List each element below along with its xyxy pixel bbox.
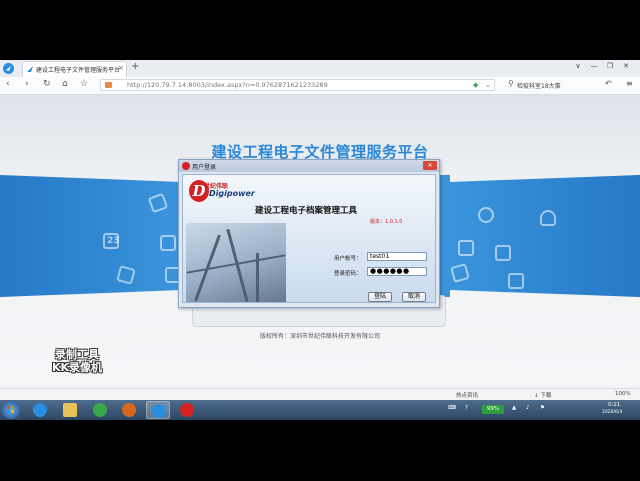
clock-time[interactable]: 0:21 (608, 402, 620, 408)
tool-title: 建设工程电子档案管理工具 (255, 206, 358, 216)
login-dialog: 用户登录 ✕ D 世纪伟联 Digipower 建设工程电子档案管理工具 版本：… (178, 159, 440, 308)
system-tray: ⌨ ? 99% ▲ ♪ ⚑ 0:21 2020/6/4 (440, 400, 640, 420)
brand-en: Digipower (209, 189, 255, 198)
menu-icon[interactable]: ≡ (626, 79, 633, 88)
version-text: 版本：1.0.1.0 (370, 219, 403, 225)
windows-taskbar: ⌨ ? 99% ▲ ♪ ⚑ 0:21 2020/6/4 (0, 400, 640, 420)
dropdown-chevron-icon[interactable]: ⌄ (485, 81, 491, 89)
tab-close-icon[interactable]: × (118, 64, 124, 72)
briefcase-icon (495, 245, 511, 261)
url-text: http://120.79.7.14:8003/index.aspx?n=0.9… (127, 81, 328, 89)
cloud-icon (540, 210, 556, 226)
watermark-line2: KK录像机 (52, 361, 103, 374)
copyright-text: 版权所有：深圳市世纪伟联科技开发有限公司 (259, 333, 380, 340)
forward-icon[interactable]: › (25, 79, 29, 89)
calendar-day: 23 (107, 236, 120, 246)
browser-logo-icon[interactable] (3, 63, 14, 74)
favorite-star-icon[interactable]: ☆ (80, 79, 88, 89)
app-green-icon (93, 403, 107, 417)
username-label: 用户帐号： (334, 256, 362, 262)
windows-flag-icon (7, 406, 15, 414)
security-shield-icon[interactable]: ◆ (473, 81, 478, 89)
dialog-title: 用户登录 (192, 164, 217, 171)
taskbar-digipower[interactable] (175, 401, 199, 419)
zoom-level[interactable]: 100% (615, 391, 631, 397)
page-favicon-icon (27, 66, 33, 72)
dialog-body: D 世纪伟联 Digipower 建设工程电子档案管理工具 版本：1.0.1.0… (182, 174, 436, 303)
folder-icon (63, 403, 77, 417)
cart-icon (508, 273, 524, 289)
start-button[interactable] (2, 401, 20, 419)
screen: 建设工程电子文件管理服务平台 × + ∨ — ❐ ✕ ‹ › ↻ ⌂ ☆ http:/… (0, 60, 640, 420)
site-info-icon[interactable] (105, 82, 112, 88)
login-button[interactable]: 登陆 (368, 292, 392, 302)
banner-band-right (440, 175, 640, 297)
browser-tab-bar: 建设工程电子文件管理服务平台 × + ∨ — ❐ ✕ (0, 60, 640, 77)
recorder-watermark: 录制工具 KK录像机 (52, 348, 102, 374)
tab-title: 建设工程电子文件管理服务平台 (36, 67, 121, 74)
network-icon[interactable]: ▲ (512, 405, 516, 411)
keyboard-icon[interactable]: ⌨ (448, 405, 456, 411)
help-icon[interactable]: ? (465, 405, 468, 411)
undo-close-icon[interactable]: ↶ (605, 79, 612, 88)
taskbar-ie[interactable] (28, 401, 52, 419)
watermark-line1: 录制工具 (55, 348, 100, 361)
battery-indicator[interactable]: 99% (482, 405, 504, 414)
dialog-close-button[interactable]: ✕ (423, 161, 437, 170)
search-box[interactable]: ⚲ 检疫科室18大事 (505, 79, 595, 91)
close-window-button[interactable]: ✕ (618, 62, 634, 70)
minimize-button[interactable]: — (586, 62, 602, 70)
settings-gear-icon (478, 207, 494, 223)
ie-icon (33, 403, 47, 417)
dialog-titlebar[interactable]: 用户登录 ✕ (179, 160, 439, 172)
password-input[interactable]: ●●●●●● (367, 267, 427, 276)
window-menu-button[interactable]: ∨ (570, 62, 586, 70)
monitor-icon (160, 235, 176, 251)
taskbar-browser[interactable] (146, 401, 170, 419)
refresh-icon[interactable]: ↻ (43, 79, 51, 89)
taskbar-app-green[interactable] (88, 401, 112, 419)
chart-icon (458, 240, 474, 256)
back-icon[interactable]: ‹ (6, 79, 10, 89)
download-link[interactable]: ↓ 下载 (534, 391, 551, 399)
username-input[interactable]: test01 (367, 252, 427, 261)
clock-date[interactable]: 2020/6/4 (602, 410, 622, 415)
taskbar-recorder[interactable] (117, 401, 141, 419)
search-text: 检疫科室18大事 (517, 83, 561, 90)
news-link[interactable]: 热点资讯 (456, 391, 478, 399)
new-tab-button[interactable]: + (131, 61, 139, 72)
home-icon[interactable]: ⌂ (62, 79, 68, 89)
volume-icon[interactable]: ♪ (526, 405, 530, 411)
browser-icon (152, 404, 166, 418)
tab-active[interactable]: 建设工程电子文件管理服务平台 × (22, 61, 127, 77)
window-controls: ∨ — ❐ ✕ (570, 62, 634, 70)
maximize-button[interactable]: ❐ (602, 62, 618, 70)
search-icon: ⚲ (508, 79, 514, 88)
construction-photo (186, 223, 286, 302)
recorder-icon (122, 403, 136, 417)
flag-icon[interactable]: ⚑ (540, 405, 545, 411)
address-bar[interactable]: http://120.79.7.14:8003/index.aspx?n=0.9… (100, 79, 495, 91)
taskbar-explorer[interactable] (58, 401, 82, 419)
app-icon (182, 162, 190, 170)
cancel-button[interactable]: 取消 (402, 292, 426, 302)
digipower-icon (180, 403, 194, 417)
password-label: 登录密码： (334, 271, 362, 277)
browser-nav-bar: ‹ › ↻ ⌂ ☆ http://120.79.7.14:8003/index.… (0, 77, 640, 95)
